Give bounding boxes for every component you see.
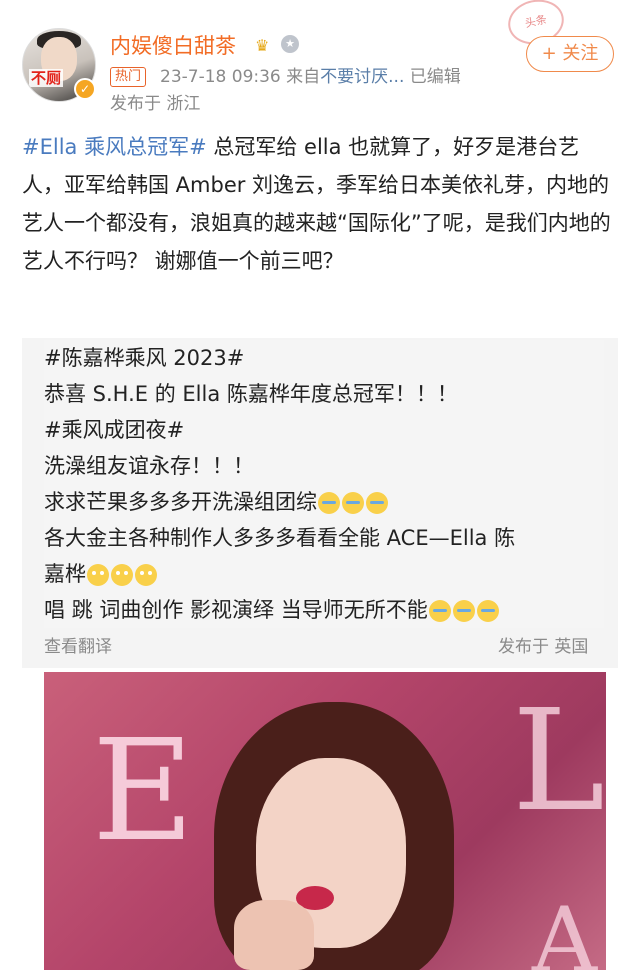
post-text: #Ella 乘风总冠军# 总冠军给 ella 也就算了，好歹是港台艺人，亚军给韩… bbox=[22, 128, 612, 280]
hot-badge: 热门 bbox=[110, 67, 147, 87]
quoted-line-5: 嘉桦 bbox=[44, 556, 604, 592]
hashtag-ella-champion[interactable]: #Ella 乘风总冠军# bbox=[22, 135, 207, 159]
avatar-tag: 不厕 bbox=[29, 69, 64, 87]
eye-roll-emoji bbox=[111, 564, 133, 586]
post-body: #Ella 乘风总冠军# 总冠军给 ella 也就算了，好歹是港台艺人，亚军给韩… bbox=[22, 128, 612, 280]
edited-label: 已编辑 bbox=[409, 67, 461, 87]
quoted-line-1: 恭喜 S.H.E 的 Ella 陈嘉桦年度总冠军！！！ bbox=[44, 382, 458, 406]
poster-letter-a: A bbox=[532, 888, 597, 970]
poster-letter-e: E bbox=[92, 710, 195, 873]
photo-hand bbox=[234, 900, 314, 970]
crying-face-emoji bbox=[428, 600, 451, 622]
hashtag-chen-jiahua[interactable]: #陈嘉桦乘风 2023# bbox=[44, 340, 604, 376]
quoted-line-5-text: 嘉桦 bbox=[44, 562, 86, 586]
post-location: 发布于 浙江 bbox=[110, 94, 201, 114]
hashtag-group-night[interactable]: #乘风成团夜# bbox=[44, 412, 604, 448]
post-meta: 23-7-18 09:36 来自不要讨厌... 已编辑 bbox=[160, 65, 461, 89]
post-header: 不厕 ✓ 内娱傻白甜茶 ♛ ★ 热门 23-7-18 09:36 来自不要讨厌.… bbox=[0, 0, 640, 120]
verified-icon: ✓ bbox=[74, 78, 96, 100]
crying-face-emoji bbox=[318, 492, 340, 514]
source-link[interactable]: 不要讨厌... bbox=[320, 67, 404, 87]
post-image[interactable]: E L A bbox=[44, 672, 606, 970]
quoted-line-6: 唱 跳 词曲创作 影视演绎 当导师无所不能 bbox=[44, 592, 604, 628]
source-prefix: 来自 bbox=[286, 67, 321, 87]
quoted-post[interactable]: #陈嘉桦乘风 2023# 恭喜 S.H.E 的 Ella 陈嘉桦年度总冠军！！！… bbox=[44, 340, 604, 628]
quoted-line-6-text: 唱 跳 词曲创作 影视演绎 当导师无所不能 bbox=[44, 598, 428, 622]
quoted-line-3-text: 求求芒果多多多开洗澡组团综 bbox=[44, 490, 317, 514]
eye-roll-emoji bbox=[87, 564, 109, 586]
crying-face-emoji bbox=[366, 492, 388, 514]
crying-face-emoji bbox=[342, 492, 364, 514]
translate-link[interactable]: 查看翻译 bbox=[44, 632, 112, 657]
username[interactable]: 内娱傻白甜茶 bbox=[110, 32, 236, 60]
quoted-line-4: 各大金主各种制作人多多多看看全能 ACE—Ella 陈 bbox=[44, 526, 516, 550]
quoted-location: 发布于 英国 bbox=[498, 637, 589, 657]
medal-icon: ★ bbox=[281, 35, 299, 53]
crown-icon: ♛ bbox=[255, 36, 270, 55]
poster-letter-l: L bbox=[512, 680, 605, 843]
quoted-line-2: 洗澡组友谊永存！！！ bbox=[44, 454, 254, 478]
quoted-line-3: 求求芒果多多多开洗澡组团综 bbox=[44, 484, 604, 520]
crying-face-emoji bbox=[476, 600, 499, 622]
eye-roll-emoji bbox=[135, 564, 157, 586]
crying-face-emoji bbox=[452, 600, 475, 622]
follow-button[interactable]: + 关注 bbox=[526, 36, 614, 72]
timestamp: 23-7-18 09:36 bbox=[160, 67, 281, 87]
